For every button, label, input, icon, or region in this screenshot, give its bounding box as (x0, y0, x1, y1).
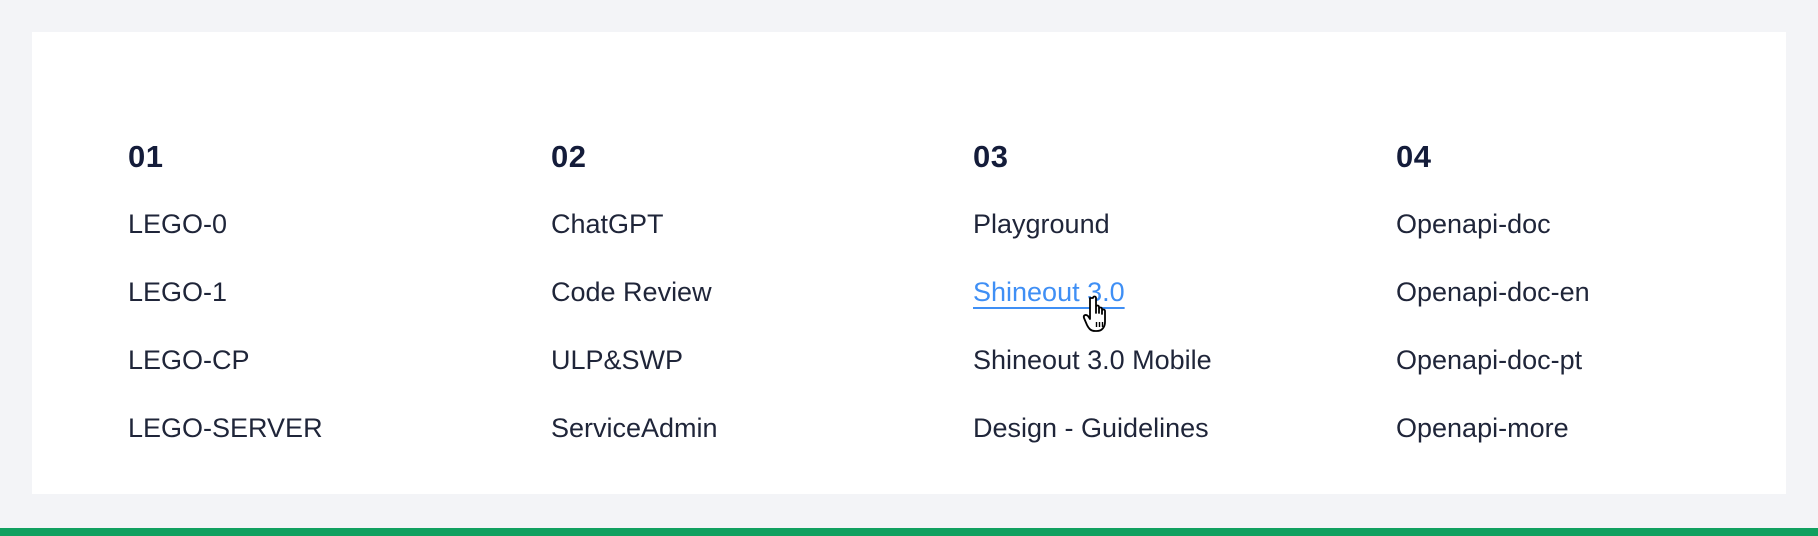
column-heading: 04 (1396, 139, 1432, 174)
list-item: Design - Guidelines (973, 413, 1353, 481)
link-openapi-doc-pt[interactable]: Openapi-doc-pt (1396, 345, 1582, 375)
list-item: ServiceAdmin (551, 413, 931, 481)
link-chatgpt[interactable]: ChatGPT (551, 209, 664, 239)
list-item: Playground (973, 209, 1353, 277)
link-shineout-3-0-mobile[interactable]: Shineout 3.0 Mobile (973, 345, 1212, 375)
list-item: LEGO-CP (128, 345, 508, 413)
link-column-03: 03 Playground Shineout 3.0 Shineout 3.0 … (973, 139, 1353, 481)
link-column-04: 04 Openapi-doc Openapi-doc-en Openapi-do… (1396, 139, 1776, 481)
footer-accent-bar (0, 528, 1818, 536)
link-column-01: 01 LEGO-0 LEGO-1 LEGO-CP LEGO-SERVER (128, 139, 508, 481)
links-panel: 01 LEGO-0 LEGO-1 LEGO-CP LEGO-SERVER 02 … (32, 32, 1786, 494)
link-openapi-more[interactable]: Openapi-more (1396, 413, 1569, 443)
column-heading: 03 (973, 139, 1009, 174)
list-item: Shineout 3.0 (973, 277, 1353, 345)
list-item: ULP&SWP (551, 345, 931, 413)
list-item: LEGO-SERVER (128, 413, 508, 481)
link-list: Playground Shineout 3.0 Shineout 3.0 Mob… (973, 209, 1353, 481)
link-lego-0[interactable]: LEGO-0 (128, 209, 227, 239)
link-ulp-swp[interactable]: ULP&SWP (551, 345, 683, 375)
link-lego-server[interactable]: LEGO-SERVER (128, 413, 323, 443)
list-item: ChatGPT (551, 209, 931, 277)
hand-pointer-cursor-icon (1082, 295, 1106, 332)
list-item: Openapi-doc-pt (1396, 345, 1776, 413)
link-openapi-doc[interactable]: Openapi-doc (1396, 209, 1551, 239)
link-design-guidelines[interactable]: Design - Guidelines (973, 413, 1209, 443)
link-playground[interactable]: Playground (973, 209, 1110, 239)
link-lego-1[interactable]: LEGO-1 (128, 277, 227, 307)
column-heading: 02 (551, 139, 587, 174)
link-list: Openapi-doc Openapi-doc-en Openapi-doc-p… (1396, 209, 1776, 481)
link-lego-cp[interactable]: LEGO-CP (128, 345, 250, 375)
column-heading: 01 (128, 139, 164, 174)
list-item: Openapi-doc (1396, 209, 1776, 277)
link-list: ChatGPT Code Review ULP&SWP ServiceAdmin (551, 209, 931, 481)
link-column-02: 02 ChatGPT Code Review ULP&SWP ServiceAd… (551, 139, 931, 481)
link-list: LEGO-0 LEGO-1 LEGO-CP LEGO-SERVER (128, 209, 508, 481)
list-item: Openapi-more (1396, 413, 1776, 481)
list-item: LEGO-1 (128, 277, 508, 345)
link-openapi-doc-en[interactable]: Openapi-doc-en (1396, 277, 1590, 307)
list-item: Code Review (551, 277, 931, 345)
link-code-review[interactable]: Code Review (551, 277, 712, 307)
list-item: Openapi-doc-en (1396, 277, 1776, 345)
list-item: Shineout 3.0 Mobile (973, 345, 1353, 413)
link-serviceadmin[interactable]: ServiceAdmin (551, 413, 718, 443)
list-item: LEGO-0 (128, 209, 508, 277)
